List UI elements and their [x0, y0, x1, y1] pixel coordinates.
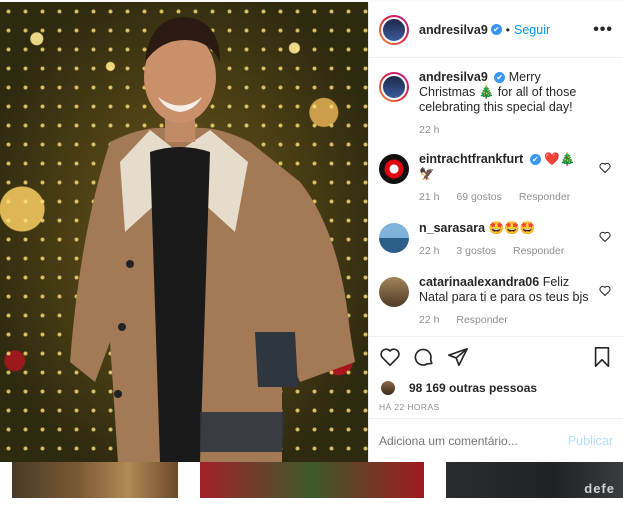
post-timestamp: HÁ 22 HORAS: [379, 402, 440, 412]
thumbnail-text: defe: [584, 481, 615, 496]
avatar[interactable]: [379, 277, 409, 307]
verified-icon: ✔: [494, 72, 506, 84]
comment-username[interactable]: catarinaalexandra06: [419, 275, 539, 289]
comment-username[interactable]: eintrachtfrankfurt: [419, 152, 523, 166]
likes-count[interactable]: 98 169 outras pessoas: [409, 381, 537, 395]
action-bar: [369, 336, 623, 376]
caption: andresilva9 ✔ Merry Christmas 🎄 for all …: [379, 70, 613, 138]
heart-icon[interactable]: [599, 285, 611, 296]
comment-input[interactable]: [379, 433, 568, 448]
comment: catarinaalexandra06 Feliz Natal para ti …: [379, 275, 613, 328]
avatar[interactable]: [379, 154, 409, 184]
heart-icon[interactable]: [599, 231, 611, 242]
reply-button[interactable]: Responder: [519, 191, 570, 203]
avatar[interactable]: [379, 14, 409, 45]
comment: eintrachtfrankfurt ✔ ❤️🎄🦅 21 h 69 gostos…: [379, 152, 613, 205]
person-illustration: [70, 17, 355, 462]
comment-time[interactable]: 22 h: [419, 314, 439, 326]
avatar[interactable]: [379, 223, 409, 253]
caption-username[interactable]: andresilva9: [419, 70, 488, 84]
liker-avatar: [381, 381, 395, 395]
avatar[interactable]: [379, 72, 409, 102]
publish-button[interactable]: Publicar: [568, 434, 613, 448]
post-photo[interactable]: [0, 2, 368, 462]
comment-text: 🤩🤩🤩: [488, 221, 536, 235]
more-icon[interactable]: •••: [593, 21, 613, 39]
caption-time[interactable]: 22 h: [419, 124, 439, 136]
grid-thumbnail[interactable]: [12, 462, 178, 498]
username-link[interactable]: andresilva9: [419, 23, 488, 37]
comments-list: andresilva9 ✔ Merry Christmas 🎄 for all …: [369, 58, 623, 336]
comment: n_sarasara 🤩🤩🤩 22 h 3 gostos Responder: [379, 221, 613, 259]
grid-thumbnail[interactable]: defe: [446, 462, 623, 498]
follow-button[interactable]: Seguir: [514, 23, 550, 37]
verified-icon: ✔: [529, 154, 541, 166]
post-sidebar: andresilva9 ✔ • Seguir ••• andresilva9 ✔…: [368, 2, 623, 462]
share-icon[interactable]: [447, 346, 469, 368]
add-comment-bar: Publicar: [369, 418, 623, 462]
comment-username[interactable]: n_sarasara: [419, 221, 485, 235]
comment-likes[interactable]: 3 gostos: [456, 245, 496, 257]
comment-icon[interactable]: [413, 346, 435, 368]
heart-icon[interactable]: [379, 346, 401, 368]
comment-likes[interactable]: 69 gostos: [456, 191, 502, 203]
comment-time[interactable]: 22 h: [419, 245, 439, 257]
post-modal: andresilva9 ✔ • Seguir ••• andresilva9 ✔…: [0, 2, 623, 462]
reply-button[interactable]: Responder: [456, 314, 507, 326]
verified-icon: ✔: [490, 24, 502, 35]
likes-row[interactable]: 98 169 outras pessoas: [369, 376, 623, 400]
grid-thumbnail[interactable]: [200, 462, 424, 498]
post-header: andresilva9 ✔ • Seguir •••: [369, 2, 623, 58]
reply-button[interactable]: Responder: [513, 245, 564, 257]
bookmark-icon[interactable]: [591, 346, 613, 368]
separator-dot: •: [505, 22, 510, 37]
comment-time[interactable]: 21 h: [419, 191, 439, 203]
heart-icon[interactable]: [599, 162, 611, 173]
